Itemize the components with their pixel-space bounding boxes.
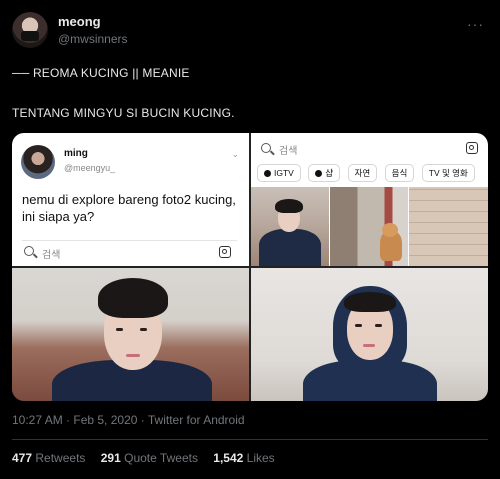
shop-icon [315, 170, 323, 177]
author-name[interactable]: meong [58, 14, 101, 29]
more-options-icon[interactable]: ··· [467, 16, 484, 32]
quotes-label: Quote Tweets [124, 451, 198, 465]
quotes-stat[interactable]: 291 Quote Tweets [101, 451, 210, 465]
scan-icon [466, 142, 478, 154]
chip-tv-movies: TV 및 영화 [421, 164, 475, 182]
embedded-tweet-text: nemu di explore bareng foto2 kucing, ini… [22, 192, 236, 224]
tweet-media-grid[interactable]: ming @meengyu_ ⌄ nemu di explore bareng … [12, 133, 488, 401]
tweet-text-line-1: ── REOMA KUCING || MEANIE [12, 66, 190, 80]
igtv-icon [264, 170, 271, 177]
tweet[interactable]: meong @mwsinners ··· ── REOMA KUCING || … [0, 0, 500, 479]
retweets-stat[interactable]: 477 Retweets [12, 451, 97, 465]
retweets-label: Retweets [35, 451, 86, 465]
embedded-search-bar: 검색 [22, 240, 237, 263]
author-handle[interactable]: @mwsinners [58, 32, 128, 46]
embedded-avatar [21, 145, 55, 179]
explore-photo-person [251, 187, 329, 266]
quotes-count: 291 [100, 451, 121, 465]
tweet-text-line-2: TENTANG MINGYU SI BUCIN KUCING. [12, 106, 235, 120]
search-icon [261, 143, 271, 153]
media-image-2[interactable]: 검색 IGTV 샵 자연 음식 TV 및 영화 [251, 133, 488, 266]
chip-food: 음식 [384, 164, 415, 182]
explore-search-bar: 검색 [257, 138, 482, 158]
media-image-3[interactable] [12, 268, 249, 401]
author-avatar[interactable] [12, 12, 48, 48]
media-image-4[interactable] [251, 268, 488, 401]
media-image-1[interactable]: ming @meengyu_ ⌄ nemu di explore bareng … [12, 133, 249, 266]
embedded-author-handle: @meengyu_ [64, 163, 116, 173]
tweet-header: meong @mwsinners ··· [12, 12, 488, 52]
likes-stat[interactable]: 1,542 Likes [213, 451, 286, 465]
scan-icon [219, 246, 231, 258]
search-placeholder: 검색 [279, 146, 298, 157]
likes-count: 1,542 [213, 451, 244, 465]
explore-photo-cat-hallway [330, 187, 408, 266]
likes-label: Likes [246, 451, 275, 465]
chip-igtv: IGTV [257, 164, 301, 182]
divider [12, 439, 488, 440]
explore-photo-wall [409, 187, 488, 266]
search-icon [24, 246, 34, 256]
retweets-count: 477 [12, 451, 33, 465]
tweet-timestamp[interactable]: 10:27 AM · Feb 5, 2020 · Twitter for And… [12, 413, 245, 427]
explore-category-chips: IGTV 샵 자연 음식 TV 및 영화 [257, 164, 488, 182]
tweet-stats: 477 Retweets 291 Quote Tweets 1,542 Like… [12, 451, 287, 465]
chevron-down-icon: ⌄ [231, 149, 239, 159]
chip-shop: 샵 [308, 164, 341, 182]
embedded-author-name: ming [64, 148, 88, 159]
chip-nature: 자연 [347, 164, 378, 182]
search-placeholder: 검색 [42, 250, 61, 261]
